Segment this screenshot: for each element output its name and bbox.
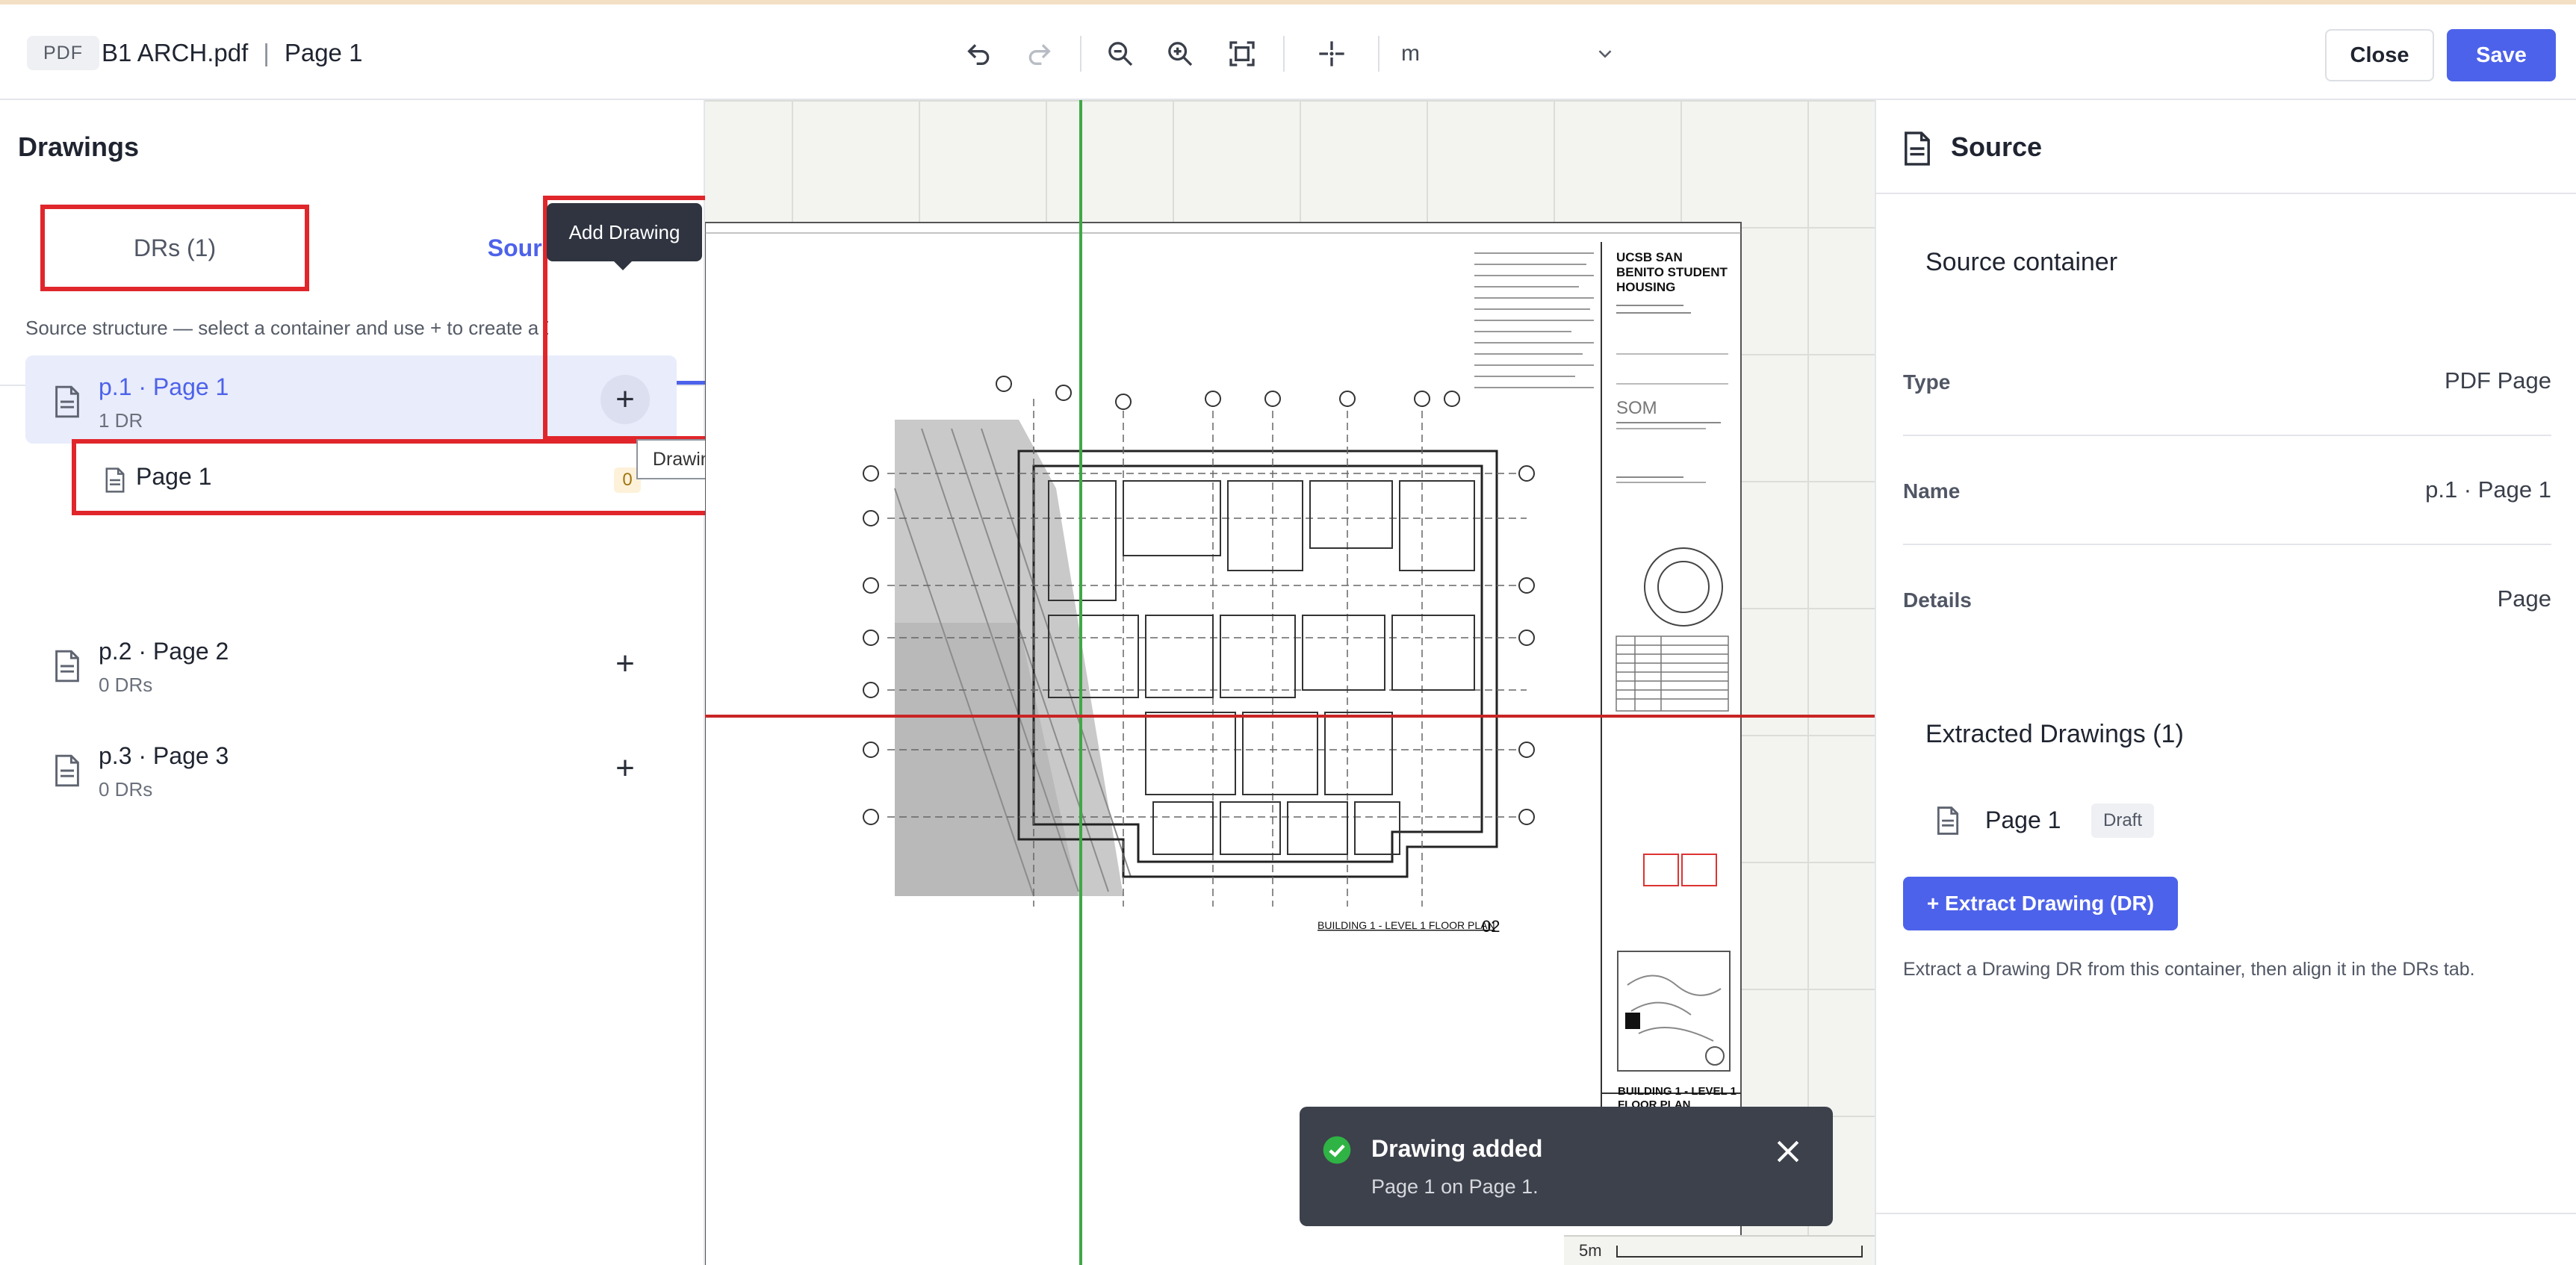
document-title: B1 ARCH.pdf | Page 1 (102, 36, 362, 70)
sheet-title-line-3: HOUSING (1616, 280, 1675, 294)
source-item-page-2[interactable]: p.2 · Page 2 0 DRs + (25, 620, 677, 708)
toolbar-divider (1378, 36, 1379, 72)
unit-select-value: m (1401, 41, 1420, 66)
tab-drs[interactable]: DRs (1) (40, 205, 309, 291)
panel-bottom-divider (1876, 1213, 2576, 1214)
source-item-dr-count: 0 DRs (99, 778, 153, 801)
property-value: PDF Page (2444, 367, 2551, 394)
plan-number: 02 (1482, 917, 1500, 936)
extract-drawing-label: + Extract Drawing (DR) (1926, 892, 2155, 915)
horizontal-alignment-guide[interactable] (705, 715, 1875, 718)
unit-select[interactable]: m (1389, 33, 1628, 75)
add-drawing-button[interactable]: + (600, 639, 650, 689)
save-button[interactable]: Save (2447, 29, 2556, 81)
property-value: p.1 · Page 1 (2425, 476, 2551, 503)
extract-help-text: Extract a Drawing DR from this container… (1903, 959, 2475, 980)
crosshair-icon (1319, 41, 1344, 66)
property-name: Name p.1 · Page 1 (1903, 436, 2551, 545)
source-item-dr-count: 1 DR (99, 409, 143, 432)
sheet-footer-title-1: BUILDING 1 - LEVEL 1 (1618, 1085, 1737, 1098)
title-separator: | (263, 39, 270, 66)
floor-plan-sheet: UCSB SAN BENITO STUDENT HOUSING SOM BUIL… (705, 222, 1742, 1265)
drawing-item-title: Page 1 (136, 463, 212, 490)
source-panel-title: Source (1951, 131, 2043, 162)
toolbar-divider (1080, 36, 1081, 72)
panel-heading: Drawings (18, 131, 140, 162)
source-item-title: p.3 · Page 3 (99, 742, 229, 769)
toolbar-divider (1283, 36, 1285, 72)
toast-title: Drawing added (1371, 1135, 1543, 1162)
undo-button[interactable] (958, 33, 1000, 75)
property-details: Details Page (1903, 545, 2551, 654)
source-item-title: p.1 · Page 1 (99, 373, 229, 400)
toast-message: Page 1 on Page 1. (1371, 1175, 1539, 1198)
document-icon (1937, 806, 1959, 835)
source-item-dr-count: 0 DRs (99, 674, 153, 696)
sheet-firm-logo: SOM (1616, 398, 1657, 418)
sheet-title-line-2: BENITO STUDENT (1616, 265, 1728, 279)
undo-icon (967, 44, 990, 65)
document-icon (55, 650, 79, 683)
extracted-drawing-item[interactable]: Page 1 Draft (1936, 802, 2384, 839)
document-icon (55, 754, 79, 787)
status-badge: Draft (2091, 804, 2155, 838)
success-check-icon (1323, 1136, 1351, 1164)
scale-bar-line (1616, 1246, 1863, 1258)
source-item-page-3[interactable]: p.3 · Page 3 0 DRs + (25, 724, 677, 812)
file-type-badge: PDF (27, 36, 99, 70)
document-icon (1905, 131, 1930, 166)
scale-label: 5m (1579, 1241, 1602, 1260)
fit-to-screen-button[interactable] (1221, 33, 1263, 75)
source-panel-header: Source (1876, 100, 2576, 194)
extract-drawing-button[interactable]: + Extract Drawing (DR) (1903, 877, 2178, 930)
extracted-drawings-heading: Extracted Drawings (1) (1925, 720, 2184, 748)
zoom-in-icon (1168, 42, 1193, 66)
property-key: Details (1903, 588, 1972, 612)
crosshair-align-button[interactable] (1311, 33, 1353, 75)
zoom-in-button[interactable] (1159, 33, 1201, 75)
fit-screen-icon (1229, 41, 1255, 66)
add-drawing-button[interactable]: + (600, 744, 650, 793)
property-value: Page (2497, 585, 2551, 612)
source-item-title: p.2 · Page 2 (99, 638, 229, 665)
tooltip-arrow (612, 260, 633, 270)
top-toolbar: PDF B1 ARCH.pdf | Page 1 m Close Save (0, 4, 2576, 100)
close-icon[interactable] (1772, 1135, 1804, 1168)
property-key: Name (1903, 479, 1961, 503)
zoom-out-button[interactable] (1099, 33, 1141, 75)
file-name: B1 ARCH.pdf (102, 39, 249, 66)
drawing-canvas[interactable]: UCSB SAN BENITO STUDENT HOUSING SOM BUIL… (705, 100, 1875, 1265)
zoom-out-icon (1108, 42, 1133, 66)
add-drawing-tooltip: Add Drawing (547, 203, 702, 261)
property-type: Type PDF Page (1903, 327, 2551, 436)
redo-icon (1028, 44, 1051, 65)
chevron-down-icon (1598, 50, 1612, 58)
plan-caption: BUILDING 1 - LEVEL 1 FLOOR PLAN (1318, 919, 1495, 931)
source-details-panel: Source Source container Type PDF Page Na… (1875, 100, 2576, 1265)
document-icon (105, 467, 125, 493)
scale-bar: 5m (1564, 1235, 1875, 1265)
sheet-title-line-1: UCSB SAN (1616, 250, 1683, 264)
close-button[interactable]: Close (2325, 29, 2434, 81)
redo-button[interactable] (1018, 33, 1060, 75)
drawing-added-toast: Drawing added Page 1 on Page 1. (1300, 1107, 1833, 1226)
vertical-alignment-guide[interactable] (1079, 100, 1082, 1265)
extracted-drawing-title: Page 1 (1985, 806, 2061, 833)
property-key: Type (1903, 370, 1951, 394)
current-page-label: Page 1 (284, 39, 363, 66)
document-icon (55, 385, 79, 418)
source-container-heading: Source container (1925, 248, 2118, 276)
source-structure-hint: Source structure — select a container an… (25, 317, 548, 339)
